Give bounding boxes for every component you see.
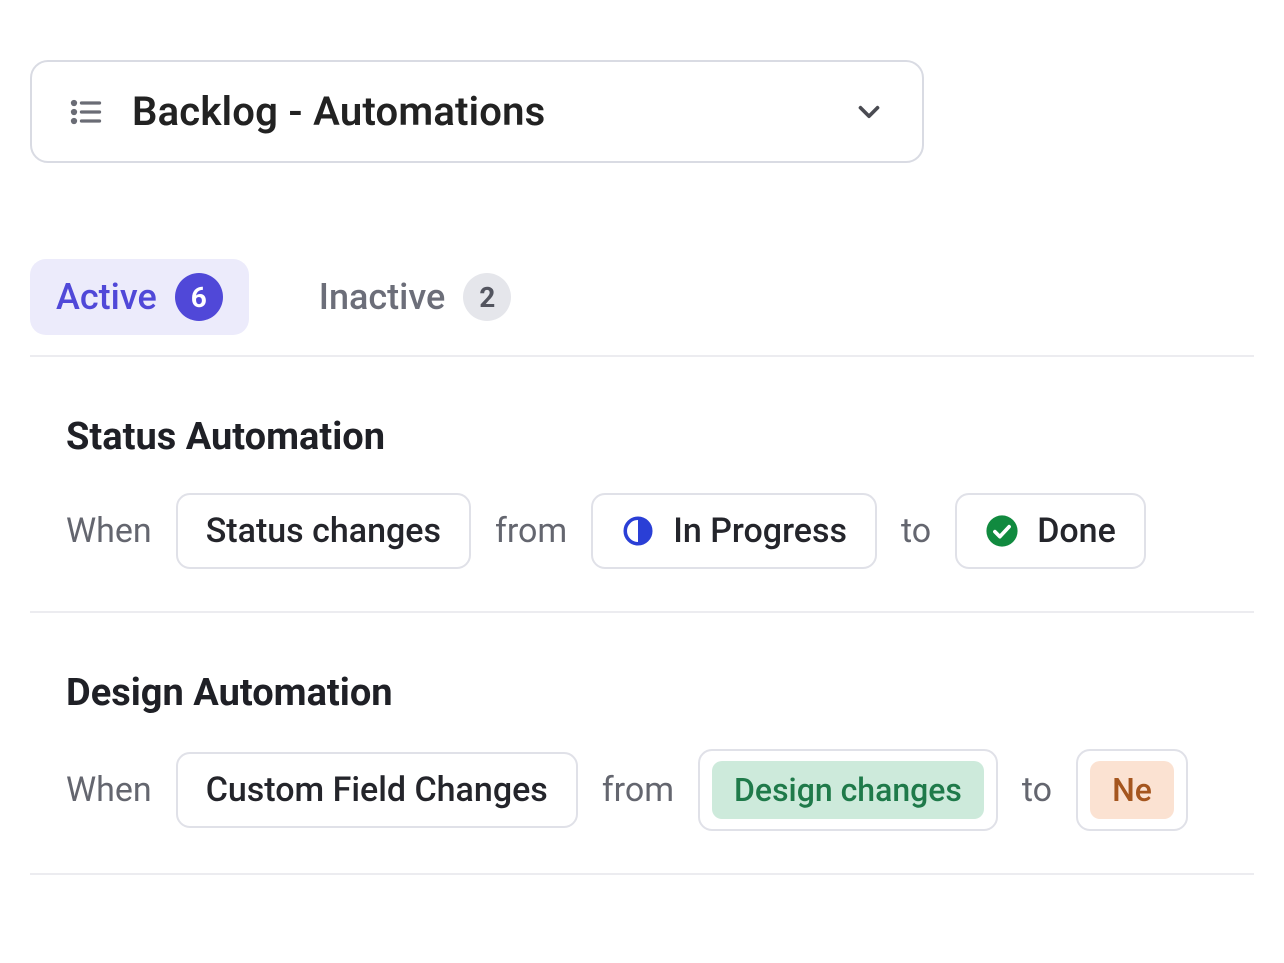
rule-when-label: When: [66, 770, 152, 810]
rule-to-label: to: [1022, 770, 1052, 810]
from-field-pill[interactable]: Design changes: [698, 749, 998, 831]
from-status-label: In Progress: [673, 511, 847, 551]
from-field-tag: Design changes: [712, 761, 984, 819]
dropdown-title: Backlog - Automations: [132, 88, 545, 135]
rule-row: When Custom Field Changes from Design ch…: [66, 749, 1254, 831]
tab-active[interactable]: Active 6: [30, 259, 249, 335]
tab-active-label: Active: [56, 276, 157, 318]
tab-inactive[interactable]: Inactive 2: [293, 259, 538, 335]
tabs: Active 6 Inactive 2: [30, 259, 1254, 357]
view-selector-dropdown[interactable]: Backlog - Automations: [30, 60, 924, 163]
chevron-down-icon: [852, 95, 886, 129]
list-icon: [68, 94, 104, 130]
from-status-pill[interactable]: In Progress: [591, 493, 877, 569]
trigger-label: Status changes: [206, 511, 441, 551]
automation-section: Design Automation When Custom Field Chan…: [30, 613, 1254, 875]
tab-inactive-label: Inactive: [319, 276, 446, 318]
tab-active-count: 6: [175, 273, 223, 321]
tab-inactive-count: 2: [463, 273, 511, 321]
rule-from-label: from: [495, 511, 567, 551]
automation-section: Status Automation When Status changes fr…: [30, 357, 1254, 613]
done-check-icon: [985, 514, 1019, 548]
rule-from-label: from: [602, 770, 674, 810]
section-title: Status Automation: [66, 415, 1254, 459]
trigger-pill[interactable]: Status changes: [176, 493, 471, 569]
to-field-pill[interactable]: Ne: [1076, 749, 1188, 831]
dropdown-left: Backlog - Automations: [68, 88, 545, 135]
trigger-pill[interactable]: Custom Field Changes: [176, 752, 578, 828]
to-status-label: Done: [1037, 511, 1116, 551]
section-title: Design Automation: [66, 671, 1254, 715]
rule-to-label: to: [901, 511, 931, 551]
to-status-pill[interactable]: Done: [955, 493, 1146, 569]
rule-row: When Status changes from In Progress to: [66, 493, 1254, 569]
rule-when-label: When: [66, 511, 152, 551]
trigger-label: Custom Field Changes: [206, 770, 548, 810]
in-progress-icon: [621, 514, 655, 548]
to-field-tag: Ne: [1090, 761, 1174, 819]
